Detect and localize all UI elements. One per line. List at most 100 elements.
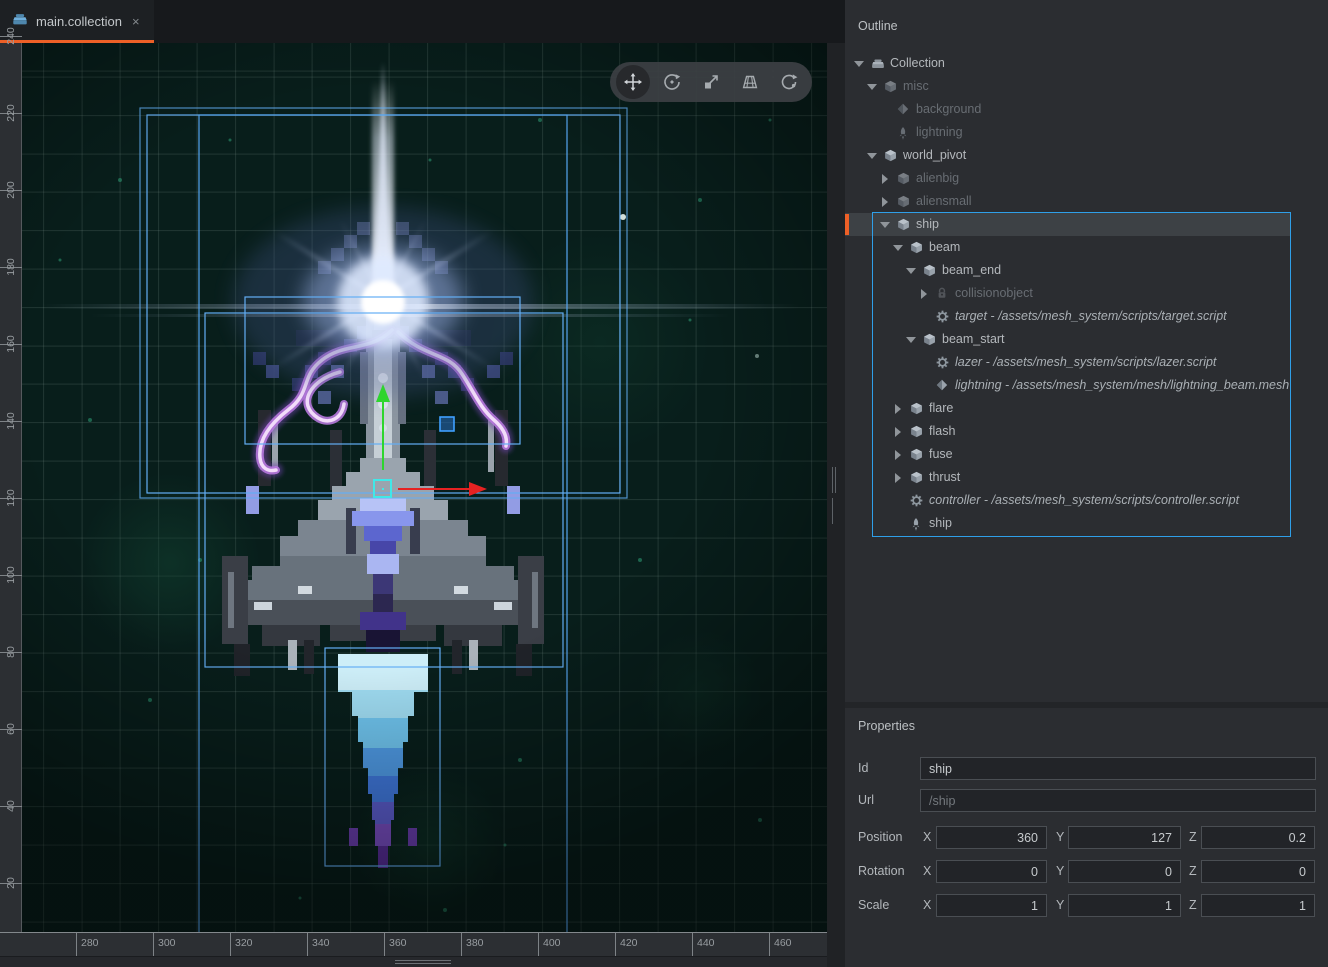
- scale-x-field[interactable]: [936, 894, 1047, 917]
- ruler-label: 160: [5, 335, 17, 353]
- mesh-icon: [897, 103, 909, 115]
- chevron-down-icon[interactable]: [906, 266, 916, 276]
- move-tool-button[interactable]: [615, 65, 650, 99]
- gear-icon: [910, 494, 923, 507]
- ruler-label: 220: [5, 104, 17, 122]
- outline-row-flare[interactable]: flare: [845, 397, 1291, 420]
- viewport-bottom-strip: [0, 956, 845, 967]
- chevron-down-icon[interactable]: [867, 151, 877, 161]
- outline-row-misc[interactable]: misc: [845, 75, 1291, 98]
- defold-editor-window: main.collection × 240 220 200 180 160 14…: [0, 0, 1328, 967]
- outline-row-label: controller - /assets/mesh_system/scripts…: [929, 493, 1240, 507]
- frustum-tool-button[interactable]: [733, 65, 767, 99]
- outline-row-label: flare: [929, 401, 954, 415]
- cube-icon: [923, 264, 936, 277]
- chevron-down-icon[interactable]: [854, 59, 864, 69]
- chevron-down-icon[interactable]: [906, 335, 916, 345]
- rotation-x-field[interactable]: [936, 860, 1047, 883]
- scale-tool-button[interactable]: [694, 65, 728, 99]
- outline-row-beam_start[interactable]: beam_start: [845, 328, 1291, 351]
- scale-y-field[interactable]: [1068, 894, 1181, 917]
- url-field[interactable]: [920, 789, 1316, 812]
- outline-row-thrust[interactable]: thrust: [845, 466, 1291, 489]
- outline-row-label: lightning: [916, 125, 963, 139]
- outline-row-ship[interactable]: ship: [845, 213, 1291, 236]
- chevron-down-icon[interactable]: [867, 82, 877, 92]
- outline-row-label: background: [916, 102, 982, 116]
- scale-x-axis-label: X: [923, 898, 932, 912]
- rotation-y-axis-label: Y: [1056, 864, 1065, 878]
- chevron-right-icon[interactable]: [919, 289, 929, 299]
- outline-row-background[interactable]: background: [845, 98, 1291, 121]
- rotation-y-field[interactable]: [1068, 860, 1181, 883]
- outline-row-fuse[interactable]: fuse: [845, 443, 1291, 466]
- chevron-right-icon[interactable]: [893, 450, 903, 460]
- position-y-field[interactable]: [1068, 826, 1181, 849]
- scene-viewport[interactable]: [0, 43, 827, 932]
- position-label: Position: [858, 830, 903, 844]
- bright-star: [620, 214, 626, 220]
- move-icon: [623, 72, 643, 92]
- outline-row-beam_end[interactable]: beam_end: [845, 259, 1291, 282]
- rotate-tool-button[interactable]: [655, 65, 689, 99]
- gear-icon: [936, 356, 949, 369]
- id-label: Id: [858, 761, 869, 775]
- outline-row-label: fuse: [929, 447, 953, 461]
- chevron-down-icon[interactable]: [893, 243, 903, 253]
- gizmo-x-arrowhead[interactable]: [469, 482, 487, 496]
- ruler-label: 80: [5, 646, 17, 658]
- horizontal-splitter-handle[interactable]: [395, 960, 451, 965]
- outline-row-controller[interactable]: controller - /assets/mesh_system/scripts…: [845, 489, 1291, 512]
- properties-header: Properties: [858, 719, 915, 733]
- reset-camera-tool-button[interactable]: [772, 65, 806, 99]
- ruler-label: 380: [466, 937, 484, 949]
- position-x-field[interactable]: [936, 826, 1047, 849]
- outline-row-Collection[interactable]: Collection: [845, 52, 1291, 75]
- outline-row-label: world_pivot: [903, 148, 967, 162]
- cube-icon: [910, 241, 923, 254]
- collection-icon: [871, 57, 885, 70]
- outline-row-label: lightning - /assets/mesh_system/mesh/lig…: [955, 378, 1290, 392]
- outline-row-collisionobject[interactable]: collisionobject: [845, 282, 1291, 305]
- vertical-splitter-handle[interactable]: [832, 467, 840, 524]
- rotation-z-field[interactable]: [1201, 860, 1315, 883]
- ruler-tick: [230, 933, 231, 957]
- particlefx-icon: [897, 126, 909, 140]
- outline-row-label: beam: [929, 240, 961, 254]
- ruler-label: 340: [312, 937, 330, 949]
- id-field[interactable]: [920, 757, 1316, 780]
- scene-canvas[interactable]: [0, 43, 827, 932]
- tab-main-collection[interactable]: main.collection ×: [0, 0, 154, 43]
- chevron-right-icon[interactable]: [893, 427, 903, 437]
- chevron-right-icon[interactable]: [893, 404, 903, 414]
- horizontal-ruler: 280 300 320 340 360 380 400 420 440 460: [0, 932, 827, 957]
- outline-row-lightning[interactable]: lightning: [845, 121, 1291, 144]
- outline-row-lazer[interactable]: lazer - /assets/mesh_system/scripts/laze…: [845, 351, 1291, 374]
- pane-divider[interactable]: [827, 43, 845, 967]
- scale-icon: [701, 72, 721, 92]
- outline-row-ship[interactable]: ship: [845, 512, 1291, 535]
- ruler-label: 400: [543, 937, 561, 949]
- position-z-field[interactable]: [1201, 826, 1315, 849]
- outline-row-world_pivot[interactable]: world_pivot: [845, 144, 1291, 167]
- viewport-toolbar: [610, 62, 812, 102]
- chevron-right-icon[interactable]: [880, 197, 890, 207]
- outline-row-flash[interactable]: flash: [845, 420, 1291, 443]
- outline-row-aliensmall[interactable]: aliensmall: [845, 190, 1291, 213]
- ruler-label: 300: [158, 937, 176, 949]
- gizmo-origin-dot: [382, 488, 384, 490]
- outline-row-label: Collection: [890, 56, 945, 70]
- tab-bar: main.collection ×: [0, 0, 845, 43]
- ruler-tick: [769, 933, 770, 957]
- outline-row-lightning[interactable]: lightning - /assets/mesh_system/mesh/lig…: [845, 374, 1291, 397]
- chevron-right-icon[interactable]: [893, 473, 903, 483]
- outline-row-beam[interactable]: beam: [845, 236, 1291, 259]
- scale-z-field[interactable]: [1201, 894, 1315, 917]
- outline-row-alienbig[interactable]: alienbig: [845, 167, 1291, 190]
- chevron-right-icon[interactable]: [880, 174, 890, 184]
- chevron-down-icon[interactable]: [880, 220, 890, 230]
- panel-divider[interactable]: [845, 702, 1328, 708]
- scene-handle-square[interactable]: [439, 416, 455, 432]
- close-icon[interactable]: ×: [132, 14, 140, 29]
- outline-row-target[interactable]: target - /assets/mesh_system/scripts/tar…: [845, 305, 1291, 328]
